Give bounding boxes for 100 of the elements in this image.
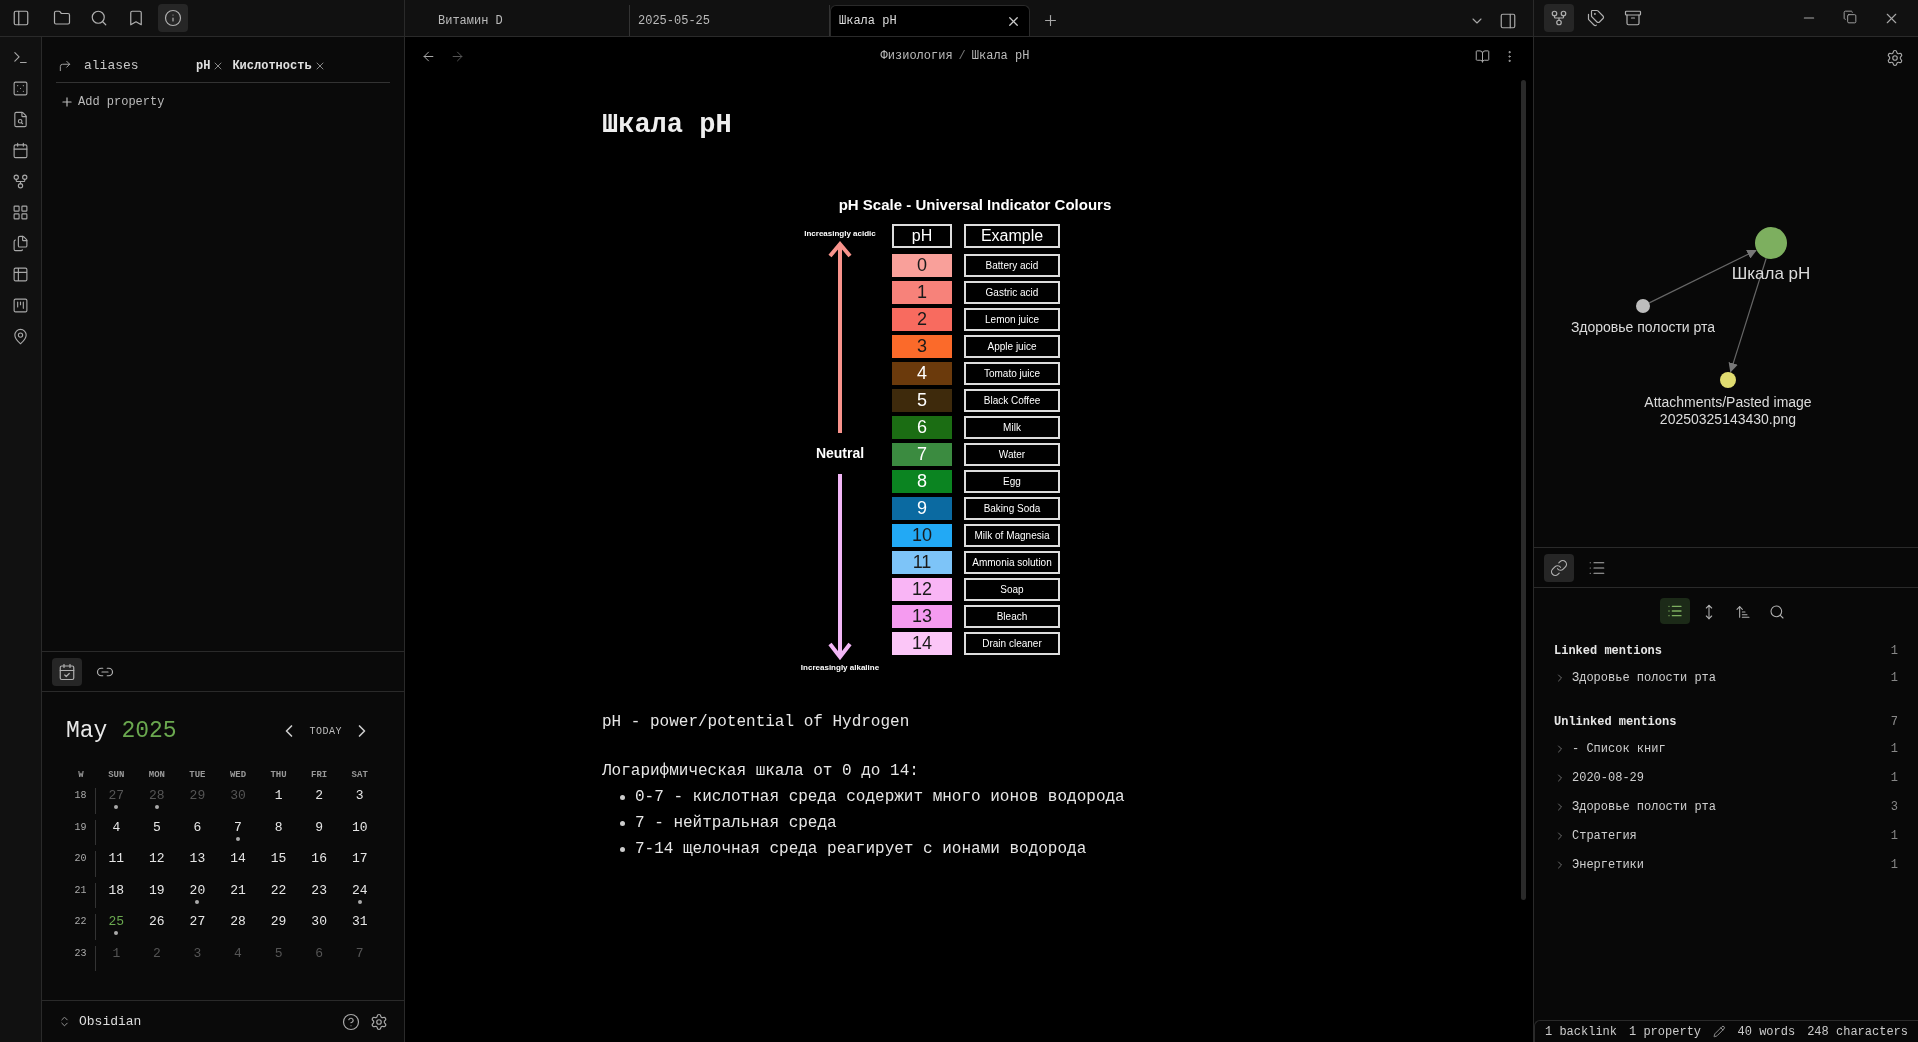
property-value-pill[interactable]: pH — [196, 56, 225, 75]
ph-swatch: 0 — [892, 254, 952, 277]
calendar-day[interactable]: 23 — [311, 882, 327, 898]
column-header: pH — [892, 224, 952, 248]
calendar-day[interactable]: 6 — [193, 819, 202, 835]
calendar-day[interactable]: 10 — [351, 819, 368, 835]
graph-node[interactable] — [1636, 299, 1650, 313]
calendar-day[interactable]: 4 — [112, 819, 121, 835]
editor-tab[interactable]: Шкала pH — [830, 5, 1030, 36]
today-button[interactable]: TODAY — [309, 723, 342, 739]
example-label: Ammonia solution — [964, 551, 1060, 574]
calendar-day[interactable]: 8 — [274, 819, 283, 835]
graph-node[interactable] — [1720, 372, 1736, 388]
calendar-day[interactable]: 25 — [108, 914, 125, 929]
status-item[interactable]: 1 property — [1629, 1022, 1702, 1041]
infographic-title: pH Scale - Universal Indicator Colours — [837, 194, 1113, 215]
archive-icon — [1624, 9, 1642, 27]
restore-icon[interactable] — [1843, 9, 1857, 24]
terminal-icon[interactable] — [12, 49, 29, 66]
calendar-tab[interactable] — [52, 657, 82, 686]
graph-node[interactable] — [1755, 227, 1787, 259]
forward-icon[interactable] — [450, 48, 465, 64]
property-value-pill[interactable]: Кислотность — [232, 56, 326, 75]
mention-count: 1 — [1890, 643, 1898, 660]
calendar-day[interactable]: 19 — [149, 882, 165, 898]
section-heading[interactable]: Unlinked mentions — [1554, 713, 1677, 731]
mention-item[interactable]: Энергетики — [1572, 855, 1644, 874]
add-property-button[interactable]: Add property — [56, 93, 165, 111]
calendar-day[interactable]: 17 — [351, 851, 368, 866]
ph-swatch: 10 — [892, 524, 952, 547]
calendar-day[interactable]: 9 — [315, 819, 324, 835]
mention-item[interactable]: - Список книг — [1572, 739, 1666, 758]
calendar-year: 2025 — [121, 717, 177, 746]
mention-count: 3 — [1890, 798, 1898, 816]
mention-item[interactable]: Здоровье полости рта — [1572, 668, 1717, 687]
calendar-day[interactable]: 7 — [234, 819, 242, 835]
calendar-day[interactable]: 28 — [230, 914, 246, 929]
calendar-day[interactable]: 29 — [270, 914, 287, 929]
calendar-day[interactable]: 26 — [149, 914, 165, 929]
vault-name[interactable]: Obsidian — [79, 1011, 142, 1032]
calendar-day[interactable]: 30 — [311, 914, 327, 929]
calendar-day[interactable]: 31 — [351, 914, 368, 929]
mention-item[interactable]: Стратегия — [1572, 826, 1637, 845]
calendar-day[interactable]: 24 — [351, 882, 368, 898]
settings-button[interactable] — [1886, 49, 1904, 67]
pencil-icon[interactable] — [1713, 1025, 1726, 1038]
calendar-day[interactable]: 20 — [189, 882, 206, 898]
calendar-day[interactable]: 1 — [274, 788, 283, 803]
calendar-day[interactable]: 15 — [270, 851, 287, 866]
breadcrumb-item[interactable]: Физиология — [880, 47, 953, 65]
calendar-day[interactable]: 11 — [108, 851, 125, 866]
calendar-icon[interactable] — [12, 142, 29, 159]
scrollbar[interactable] — [1521, 80, 1526, 900]
calendar-day[interactable]: 12 — [149, 851, 165, 866]
example-label: Battery acid — [964, 254, 1060, 277]
collapse-results-button[interactable] — [1660, 598, 1690, 624]
graph-icon[interactable] — [12, 173, 29, 190]
calendar-day[interactable]: 16 — [311, 851, 327, 866]
help-icon[interactable] — [342, 1012, 360, 1031]
backlinks-tab[interactable] — [1544, 553, 1574, 582]
calendar-day[interactable]: 14 — [230, 851, 246, 866]
mention-count: 1 — [1890, 669, 1898, 687]
reading-view-icon[interactable] — [1475, 48, 1490, 64]
calendar-day[interactable]: 18 — [108, 882, 125, 898]
editor-tab[interactable]: Витамин D — [430, 5, 630, 36]
status-item[interactable]: 1 backlink — [1545, 1022, 1617, 1041]
example-label: Drain cleaner — [964, 632, 1060, 655]
kanban-icon[interactable] — [12, 297, 29, 314]
mention-item[interactable]: 2020-08-29 — [1572, 768, 1644, 787]
right-sidebar-toggle-icon[interactable] — [1499, 11, 1517, 30]
tags-icon — [1587, 9, 1605, 27]
settings-icon[interactable] — [370, 1012, 388, 1031]
example-label: Egg — [964, 470, 1060, 493]
section-heading[interactable]: Linked mentions — [1554, 642, 1663, 660]
info-icon[interactable] — [158, 4, 188, 32]
mention-count: 7 — [1890, 714, 1898, 731]
file-search-icon[interactable] — [12, 111, 29, 128]
files-icon[interactable] — [12, 235, 29, 252]
calendar-day[interactable]: 13 — [189, 851, 206, 866]
week-number: 19 — [66, 819, 96, 845]
calendar-day[interactable]: 21 — [230, 882, 246, 898]
graph-icon — [1550, 9, 1568, 27]
graph-tab[interactable] — [1544, 4, 1574, 32]
calendar-day[interactable]: 3 — [355, 788, 364, 803]
ph-swatch: 6 — [892, 416, 952, 439]
table-icon[interactable] — [12, 266, 29, 283]
vault-switcher-icon[interactable] — [58, 1015, 71, 1028]
mention-count: 1 — [1890, 827, 1898, 845]
grid-icon[interactable] — [12, 204, 29, 221]
mention-item[interactable]: Здоровье полости рта — [1572, 797, 1717, 816]
calendar-day[interactable]: 27 — [189, 914, 206, 929]
map-pin-icon[interactable] — [12, 328, 29, 345]
back-icon[interactable] — [421, 48, 436, 64]
breadcrumb-item[interactable]: Шкала pH — [971, 47, 1030, 65]
calendar-day[interactable]: 2 — [315, 788, 324, 803]
dice-icon[interactable] — [12, 80, 29, 97]
new-tab-icon[interactable] — [1042, 12, 1059, 29]
calendar-day[interactable]: 5 — [152, 819, 161, 835]
calendar-day[interactable]: 22 — [270, 882, 287, 898]
example-label: Black Coffee — [964, 389, 1060, 412]
